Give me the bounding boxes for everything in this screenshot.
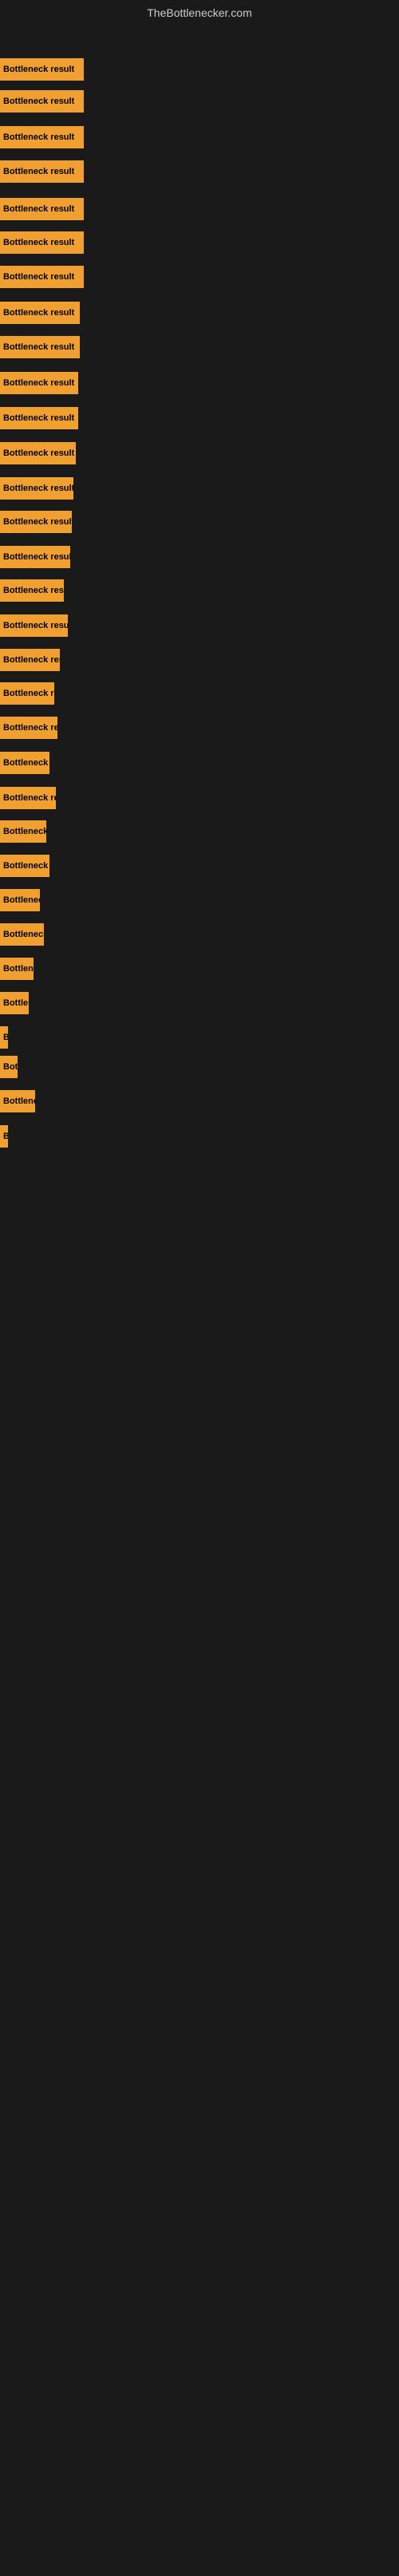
bar-row: Bottleneck result	[0, 407, 399, 429]
bottleneck-bar: Bottleneck result	[0, 614, 68, 637]
bar-row: Bottleneck result	[0, 820, 399, 843]
bottleneck-bar: Bottleneck result	[0, 477, 73, 500]
bar-row: Bottleneck result	[0, 752, 399, 774]
bar-label: Bottleneck result	[3, 1096, 35, 1106]
bottleneck-bar: Bottleneck result	[0, 752, 49, 774]
bar-row: Bottleneck result	[0, 266, 399, 288]
bar-label: Bottleneck result	[3, 689, 54, 698]
bar-label: Bottleneck result	[3, 552, 70, 562]
bar-label: Bottleneck result	[3, 378, 74, 388]
bottleneck-bar: Bottleneck result	[0, 992, 29, 1014]
bar-label: Bottleneck result	[3, 484, 73, 493]
bar-row: Bottleneck result	[0, 477, 399, 500]
bars-container: Bottleneck result Bottleneck result Bottle…	[0, 46, 399, 2576]
bar-row: Bottleneck result	[0, 302, 399, 324]
bar-row: Bottleneck result	[0, 442, 399, 464]
bottleneck-bar: Bottleneck result	[0, 649, 60, 671]
bar-label: Bottleneck result	[3, 758, 49, 768]
bottleneck-bar: Bottleneck result	[0, 58, 84, 81]
bar-label: Bottleneck result	[3, 204, 74, 214]
bar-row: Bottleneck result	[0, 1090, 399, 1112]
bar-row: Bottleneck result	[0, 511, 399, 533]
bottleneck-bar: Bottleneck result	[0, 407, 78, 429]
bar-label: Bottleneck result	[3, 793, 56, 803]
bottleneck-bar: Bottleneck result	[0, 1090, 35, 1112]
bar-label: Bottleneck result	[3, 238, 74, 247]
bottleneck-bar: Bottleneck result	[0, 1026, 8, 1049]
bar-label: Bottleneck result	[3, 964, 34, 974]
bar-label: Bottleneck result	[3, 342, 74, 352]
bottleneck-bar: Bottleneck result	[0, 511, 72, 533]
bar-row: Bottleneck result	[0, 889, 399, 911]
bottleneck-bar: Bottleneck result	[0, 682, 54, 705]
bar-row: Bottleneck result	[0, 231, 399, 254]
bar-row: Bottleneck result	[0, 717, 399, 739]
bottleneck-bar: Bottleneck result	[0, 90, 84, 113]
bar-label: Bottleneck result	[3, 930, 44, 939]
bar-row: Bottleneck result	[0, 682, 399, 705]
bar-row: Bottleneck result	[0, 372, 399, 394]
bar-label: Bottleneck result	[3, 621, 68, 630]
bar-row: Bottleneck result	[0, 90, 399, 113]
bar-row: Bottleneck result	[0, 546, 399, 568]
bottleneck-bar: Bottleneck result	[0, 546, 70, 568]
bar-label: Bottleneck result	[3, 308, 74, 318]
site-title: TheBottlenecker.com	[0, 0, 399, 22]
bar-label: Bottleneck result	[3, 827, 46, 836]
bar-row: Bottleneck result	[0, 160, 399, 183]
bar-row: Bottleneck result	[0, 923, 399, 946]
bar-row: Bottleneck result	[0, 855, 399, 877]
bar-row: Bottleneck result	[0, 614, 399, 637]
bar-label: Bottleneck result	[3, 65, 74, 74]
bar-row: Bottleneck result	[0, 58, 399, 81]
bottleneck-bar: Bottleneck result	[0, 787, 56, 809]
bar-row: Bottleneck result	[0, 958, 399, 980]
bottleneck-bar: Bottleneck result	[0, 889, 40, 911]
bar-row: Bottleneck result	[0, 336, 399, 358]
bar-label: Bottleneck result	[3, 655, 60, 665]
bar-label: Bottleneck result	[3, 517, 72, 527]
bar-label: Bottleneck result	[3, 895, 40, 905]
bar-label: Bottleneck result	[3, 448, 74, 458]
bar-row: Bottleneck result	[0, 126, 399, 148]
bottleneck-bar: Bottleneck result	[0, 855, 49, 877]
bottleneck-bar: Bottleneck result	[0, 958, 34, 980]
bottleneck-bar: Bottleneck result	[0, 160, 84, 183]
bar-label: Bottleneck result	[3, 861, 49, 871]
bottleneck-bar: Bottleneck result	[0, 1125, 8, 1148]
bar-label: Bottleneck result	[3, 998, 29, 1008]
bar-label: Bottleneck result	[3, 1062, 18, 1072]
bar-row: Bottleneck result	[0, 1026, 399, 1049]
bar-row: Bottleneck result	[0, 787, 399, 809]
bar-row: Bottleneck result	[0, 198, 399, 220]
bar-row: Bottleneck result	[0, 1125, 399, 1148]
bottleneck-bar: Bottleneck result	[0, 820, 46, 843]
bottleneck-bar: Bottleneck result	[0, 231, 84, 254]
bar-label: Bottleneck result	[3, 132, 74, 142]
bar-row: Bottleneck result	[0, 649, 399, 671]
bar-row: Bottleneck result	[0, 1056, 399, 1078]
bar-label: Bottleneck result	[3, 586, 64, 595]
bar-label: Bottleneck result	[3, 1132, 8, 1141]
bar-row: Bottleneck result	[0, 992, 399, 1014]
bottleneck-bar: Bottleneck result	[0, 302, 80, 324]
bar-label: Bottleneck result	[3, 97, 74, 106]
bottleneck-bar: Bottleneck result	[0, 372, 78, 394]
bottleneck-bar: Bottleneck result	[0, 923, 44, 946]
bottleneck-bar: Bottleneck result	[0, 579, 64, 602]
bottleneck-bar: Bottleneck result	[0, 1056, 18, 1078]
bottleneck-bar: Bottleneck result	[0, 198, 84, 220]
bottleneck-bar: Bottleneck result	[0, 442, 76, 464]
bar-label: Bottleneck result	[3, 1033, 8, 1042]
bottleneck-bar: Bottleneck result	[0, 266, 84, 288]
bottleneck-bar: Bottleneck result	[0, 126, 84, 148]
bottleneck-bar: Bottleneck result	[0, 336, 80, 358]
bar-label: Bottleneck result	[3, 272, 74, 282]
bar-label: Bottleneck result	[3, 723, 57, 733]
bottleneck-bar: Bottleneck result	[0, 717, 57, 739]
bar-label: Bottleneck result	[3, 413, 74, 423]
bar-row: Bottleneck result	[0, 579, 399, 602]
bar-label: Bottleneck result	[3, 167, 74, 176]
